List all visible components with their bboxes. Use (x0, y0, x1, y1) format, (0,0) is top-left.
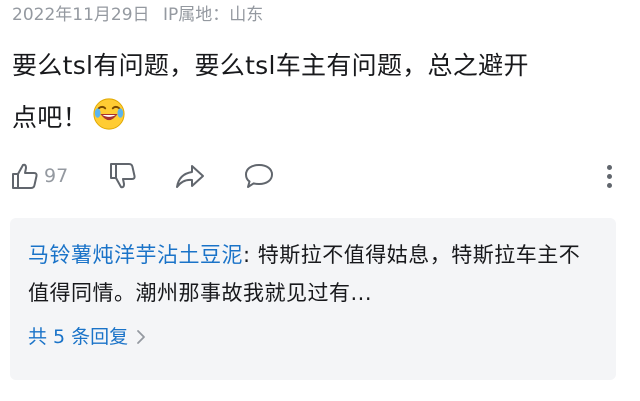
share-button[interactable] (174, 160, 206, 192)
reply-separator: : (243, 243, 258, 267)
laughing-crying-emoji-icon (93, 98, 125, 130)
view-replies-label: 共 5 条回复 (28, 326, 129, 348)
more-dot (606, 165, 612, 170)
thumbs-down-icon (110, 163, 136, 189)
like-button[interactable]: 97 (10, 160, 68, 192)
dislike-button[interactable] (108, 160, 138, 192)
view-replies-link[interactable]: 共 5 条回复 (28, 322, 598, 352)
more-dot (606, 174, 612, 179)
comment-icon (245, 164, 273, 188)
more-dot (606, 183, 612, 188)
reply-preview: 马铃薯炖洋芋沾土豆泥: 特斯拉不值得姑息，特斯拉车主不值得同情。潮州那事故我就见… (28, 236, 598, 312)
action-bar: 97 (0, 156, 640, 196)
thumbs-up-icon (12, 163, 38, 189)
comment-date: 2022年11月29日 (12, 5, 150, 25)
comment-meta: 2022年11月29日 IP属地：山东 (12, 2, 263, 28)
reply-author-link[interactable]: 马铃薯炖洋芋沾土豆泥 (28, 243, 243, 267)
comment-card: 2022年11月29日 IP属地：山东 要么tsl有问题，要么tsl车主有问题，… (0, 0, 640, 401)
more-icon[interactable] (604, 162, 614, 192)
comment-text-line-2-text: 点吧！ (12, 103, 88, 132)
chevron-right-icon (137, 330, 146, 344)
reply-button[interactable] (243, 160, 275, 192)
reply-preview-box[interactable]: 马铃薯炖洋芋沾土豆泥: 特斯拉不值得姑息，特斯拉车主不值得同情。潮州那事故我就见… (10, 218, 616, 380)
comment-content: 要么tsl有问题，要么tsl车主有问题，总之避开 点吧！ (12, 40, 612, 144)
share-icon (176, 165, 204, 188)
like-count: 97 (44, 165, 69, 187)
comment-text-line-1: 要么tsl有问题，要么tsl车主有问题，总之避开 (12, 51, 529, 80)
ip-location: IP属地：山东 (162, 5, 264, 25)
comment-text-line-2: 点吧！ (12, 92, 612, 144)
